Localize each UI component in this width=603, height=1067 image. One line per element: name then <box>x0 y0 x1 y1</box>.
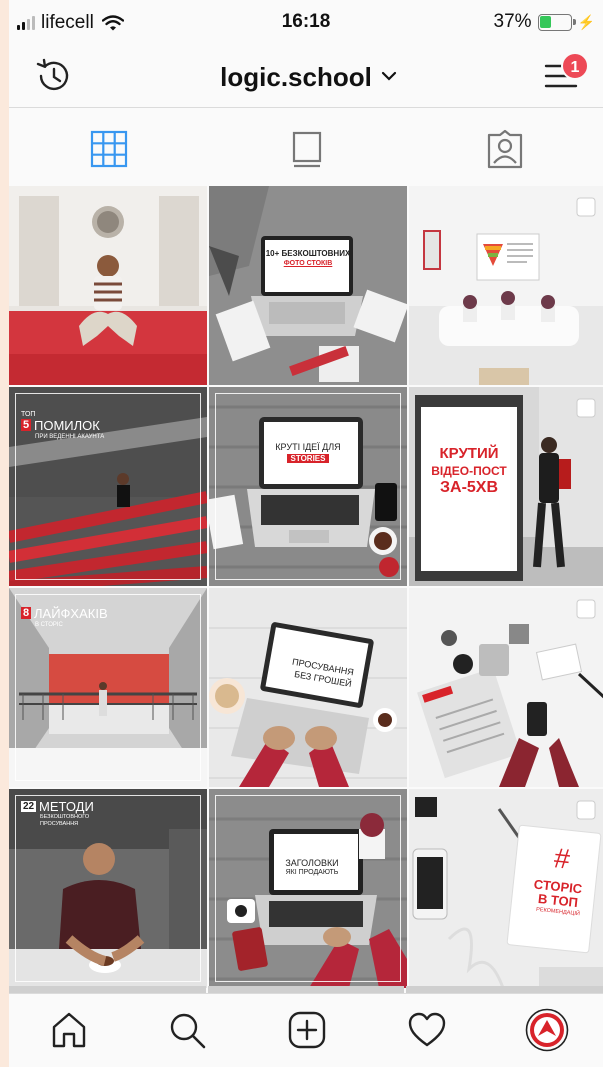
heart-icon[interactable] <box>407 1010 447 1050</box>
post-thumbnail[interactable] <box>409 186 603 385</box>
battery-icon <box>537 13 576 31</box>
post-image <box>209 588 407 787</box>
post-thumbnail[interactable]: КРУТИЙ ВІДЕО-ПОСТ ЗА-5ХВ <box>409 387 603 586</box>
carousel-icon <box>576 599 596 619</box>
grid-icon[interactable] <box>89 129 129 169</box>
account-switcher[interactable] <box>209 54 409 98</box>
post-image <box>209 186 407 385</box>
post-caption: STORIES <box>287 454 329 463</box>
post-image <box>9 186 207 385</box>
carousel-icon <box>576 398 596 418</box>
post-caption: ПОМИЛОК <box>34 418 100 433</box>
post-caption: ВІДЕО-ПОСТ <box>431 464 507 478</box>
post-thumbnail[interactable] <box>409 588 603 787</box>
post-caption: # <box>552 842 572 875</box>
profile-header: logic.school 1 <box>9 44 603 108</box>
post-caption: ЛАЙФХАКІВ <box>34 606 108 621</box>
post-image <box>9 387 207 586</box>
charging-icon: ⚡ <box>577 13 595 30</box>
post-thumbnail[interactable]: # СТОРІС В ТОП РЕКОМЕНДАЦІЙ <box>409 789 603 988</box>
post-thumbnail[interactable]: 22 МЕТОДИ БЕЗКОШТОВНОГО ПРОСУВАННЯ <box>9 789 207 988</box>
post-caption: 8 <box>21 607 32 619</box>
post-thumbnail[interactable]: ЗАГОЛОВКИ ЯКІ ПРОДАЮТЬ <box>209 789 407 988</box>
notification-badge: 1 <box>561 52 589 80</box>
post-thumbnail[interactable]: КРУТІ ІДЕЇ ДЛЯ STORIES <box>209 387 407 586</box>
status-bar: lifecell 16:18 37% ⚡ <box>9 0 603 44</box>
profile-view-tabs <box>9 109 603 185</box>
post-thumbnail[interactable]: 8 ЛАЙФХАКІВ В СТОРІС <box>9 588 207 787</box>
chevron-down-icon[interactable] <box>381 70 397 82</box>
post-caption: 10+ БЕЗКОШТОВНИХ <box>265 249 351 258</box>
tagged-icon[interactable] <box>485 129 525 169</box>
post-image <box>409 186 603 385</box>
post-image <box>209 789 407 988</box>
post-caption: МЕТОДИ <box>39 799 94 814</box>
post-caption: ЗА-5ХВ <box>439 479 499 496</box>
post-caption: ПРОСУВАННЯ <box>40 821 79 827</box>
post-caption: ЗАГОЛОВКИ <box>285 858 339 868</box>
post-caption: ТОП <box>21 411 36 418</box>
post-image <box>9 789 207 988</box>
post-image <box>409 588 603 787</box>
post-image <box>209 387 407 586</box>
carousel-icon <box>576 197 596 217</box>
post-thumbnail[interactable] <box>9 186 207 385</box>
post-caption: БЕЗКОШТОВНОГО <box>40 814 90 820</box>
history-icon[interactable] <box>33 56 73 96</box>
profile-avatar[interactable] <box>525 1008 569 1052</box>
bottom-navigation <box>9 993 603 1067</box>
post-caption: ФОТО СТОКІВ <box>283 260 333 267</box>
post-caption: В СТОРІС <box>35 622 63 628</box>
post-caption: КРУТІ ІДЕЇ ДЛЯ <box>275 442 341 452</box>
post-thumbnail[interactable]: ПРОСУВАННЯ БЕЗ ГРОШЕЙ <box>209 588 407 787</box>
instagram-profile-screen: lifecell 16:18 37% ⚡ logic.school 1 10+ … <box>9 0 603 1067</box>
post-caption: ПРИ ВЕДЕННІ АКАУНТА <box>35 434 105 440</box>
home-icon[interactable] <box>49 1010 89 1050</box>
post-caption: КРУТИЙ <box>439 445 499 462</box>
post-caption: ЯКІ ПРОДАЮТЬ <box>285 869 339 876</box>
search-icon[interactable] <box>167 1010 207 1050</box>
post-thumbnail[interactable]: ТОП 5 ПОМИЛОК ПРИ ВЕДЕННІ АКАУНТА <box>9 387 207 586</box>
add-post-icon[interactable] <box>287 1010 327 1050</box>
post-thumbnail[interactable]: 10+ БЕЗКОШТОВНИХ ФОТО СТОКІВ <box>209 186 407 385</box>
battery-percent: 37% <box>493 11 532 32</box>
carousel-icon <box>576 800 596 820</box>
posts-grid: 10+ БЕЗКОШТОВНИХ ФОТО СТОКІВ ТОП 5 ПОМИЛ… <box>9 186 603 988</box>
feed-icon[interactable] <box>287 129 327 169</box>
post-caption: 22 <box>21 801 37 812</box>
post-caption: 5 <box>21 419 32 431</box>
